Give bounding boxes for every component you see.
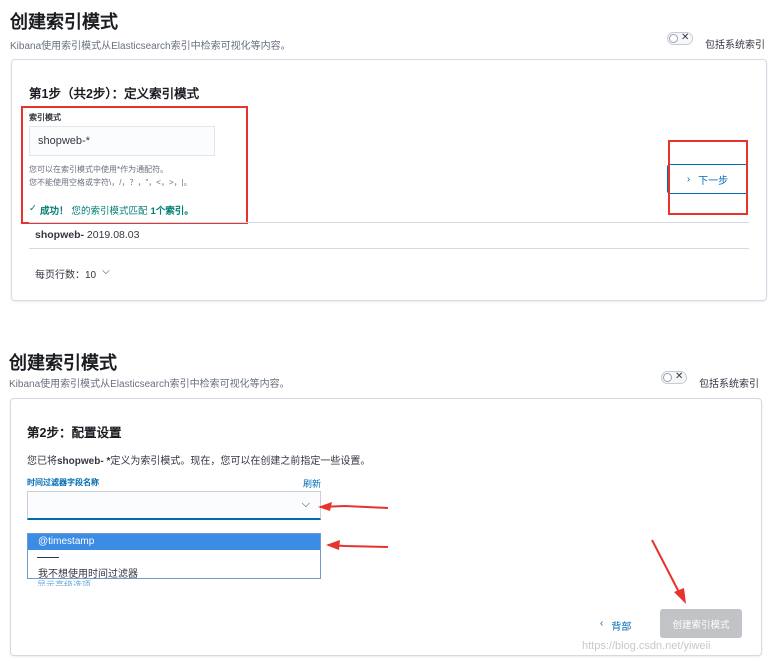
arrow-to-select — [318, 502, 389, 511]
arrow-to-create-button — [651, 539, 686, 604]
annotation-arrows — [318, 502, 686, 604]
arrow-to-option — [326, 540, 389, 550]
